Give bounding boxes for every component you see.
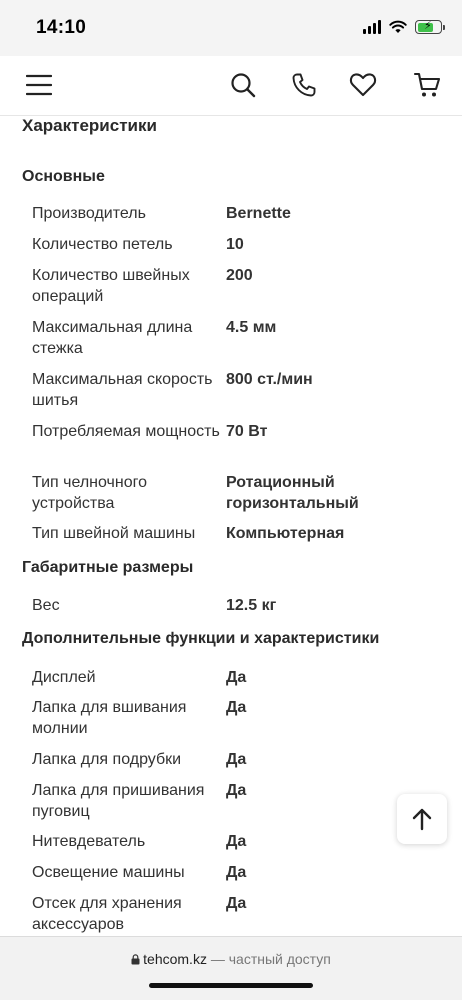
- characteristics-section: Характеристики Основные Производитель Be…: [0, 112, 462, 936]
- spec-label: Количество петель: [32, 236, 173, 253]
- spec-value: Ротационный горизонтальный: [226, 474, 359, 512]
- status-icons: ⚡: [363, 20, 445, 34]
- group-title-additional: Дополнительные функции и характеристики: [22, 630, 380, 647]
- spec-value: Да: [226, 864, 247, 881]
- spec-value: Да: [226, 751, 247, 768]
- spec-value: 70 Вт: [226, 423, 268, 440]
- private-browsing-label: частный доступ: [228, 951, 331, 967]
- address-separator: —: [210, 951, 225, 967]
- heart-icon[interactable]: [346, 68, 380, 102]
- spec-value: Да: [226, 669, 247, 686]
- wifi-icon: [389, 20, 407, 33]
- section-title: Характеристики: [22, 116, 157, 135]
- spec-value: 200: [226, 267, 253, 284]
- scroll-to-top-button[interactable]: [397, 794, 447, 844]
- lock-icon: [131, 954, 140, 965]
- spec-label: Лапка для вшивания молнии: [32, 699, 187, 737]
- menu-icon[interactable]: [22, 68, 56, 102]
- cart-icon[interactable]: [410, 68, 444, 102]
- spec-label: Дисплей: [32, 669, 96, 686]
- home-indicator[interactable]: [149, 983, 313, 988]
- address-domain: tehcom.kz: [143, 951, 207, 967]
- battery-icon: ⚡: [415, 20, 445, 34]
- status-bar: 14:10 ⚡: [0, 0, 462, 56]
- spec-label: Производитель: [32, 205, 146, 222]
- spec-label: Вес: [32, 597, 60, 614]
- status-time: 14:10: [36, 17, 87, 38]
- group-title-main: Основные: [22, 168, 105, 185]
- address-line[interactable]: tehcom.kz — частный доступ: [0, 951, 462, 967]
- spec-label: Количество швейных операций: [32, 267, 190, 305]
- spec-label: Освещение машины: [32, 864, 185, 881]
- spec-label: Лапка для подрубки: [32, 751, 182, 768]
- spec-label: Максимальная скорость шитья: [32, 371, 213, 409]
- phone-icon[interactable]: [287, 68, 321, 102]
- spec-value: Да: [226, 699, 247, 716]
- spec-value: 800 ст./мин: [226, 371, 313, 388]
- spec-value: 12.5 кг: [226, 597, 277, 614]
- spec-label: Лапка для пришивания пуговиц: [32, 782, 205, 820]
- search-icon[interactable]: [226, 68, 260, 102]
- site-header: [0, 56, 462, 116]
- spec-label: Потребляемая мощность: [32, 423, 220, 440]
- group-title-dimensions: Габаритные размеры: [22, 559, 194, 576]
- spec-label: Тип швейной машины: [32, 525, 196, 542]
- cellular-signal-icon: [363, 20, 381, 34]
- browser-address-bar[interactable]: tehcom.kz — частный доступ: [0, 936, 462, 1000]
- arrow-up-icon: [412, 808, 432, 831]
- spec-label: Максимальная длина стежка: [32, 319, 193, 357]
- spec-label: Отсек для хранения аксессуаров: [32, 895, 182, 933]
- spec-value: Да: [226, 895, 247, 912]
- spec-value: 10: [226, 236, 244, 253]
- spec-value: Bernette: [226, 205, 291, 222]
- spec-label: Тип челночного устройства: [32, 474, 147, 512]
- spec-value: 4.5 мм: [226, 319, 277, 336]
- spec-label: Нитевдеватель: [32, 833, 146, 850]
- spec-value: Компьютерная: [226, 525, 345, 542]
